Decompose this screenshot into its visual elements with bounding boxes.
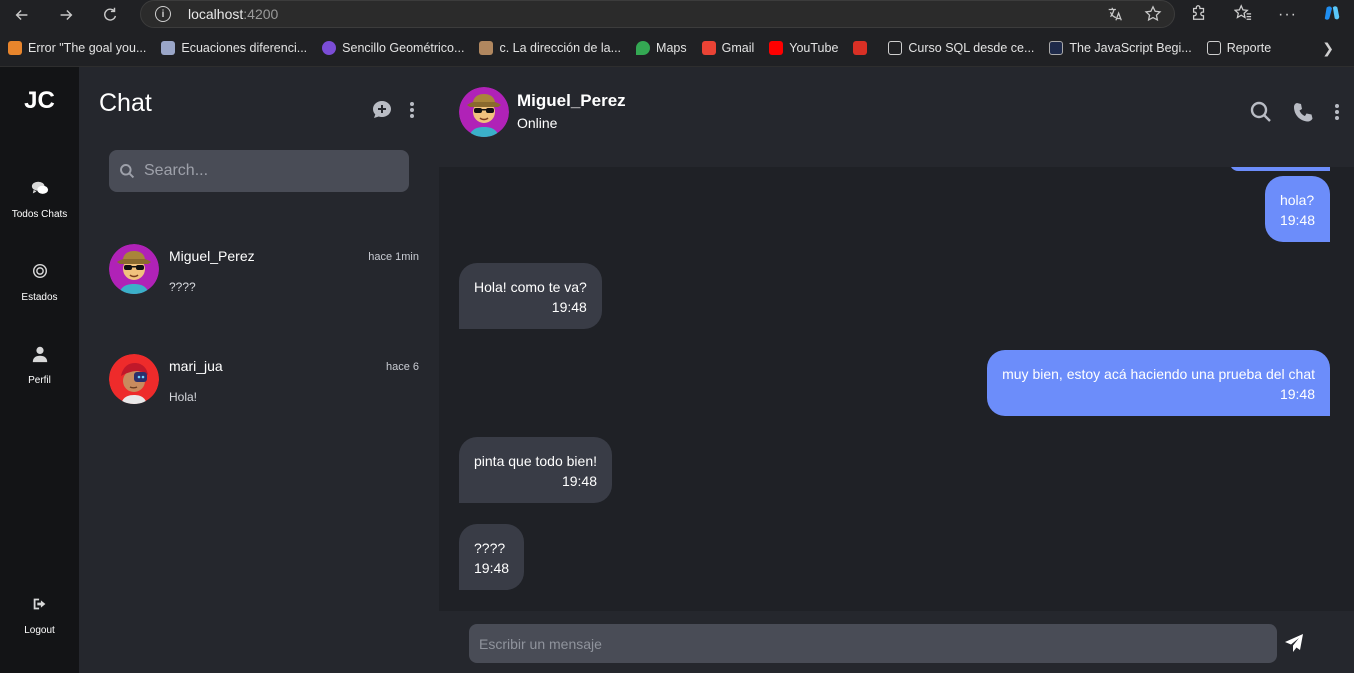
user-icon xyxy=(32,346,47,363)
chats-panel: Chat Search... Miguel_Perez hace 1min ??… xyxy=(79,67,439,673)
bookmark-reporte[interactable]: Reporte xyxy=(1206,41,1271,55)
bookmark-js[interactable]: The JavaScript Begi... xyxy=(1049,41,1192,55)
message-time: 19:48 xyxy=(1279,386,1315,402)
bookmark-pdf[interactable] xyxy=(853,41,873,55)
rail-item-todos-chats[interactable]: Todos Chats xyxy=(0,179,79,220)
bookmark-gmail[interactable]: Gmail xyxy=(701,41,754,55)
status-icon xyxy=(32,263,47,279)
message-text: ???? xyxy=(474,540,506,556)
rail-item-estados[interactable]: Estados xyxy=(0,262,79,303)
address-bar[interactable]: i localhost:4200 xyxy=(140,0,1175,28)
chat-timestamp: hace 6 xyxy=(385,361,419,373)
more-menu-icon[interactable]: ··· xyxy=(1278,6,1297,24)
phone-icon[interactable] xyxy=(1292,101,1314,123)
portrait-icon xyxy=(479,41,494,55)
page-icon xyxy=(888,41,903,55)
copilot-icon[interactable] xyxy=(1323,4,1341,27)
bookmark-0[interactable]: Error "The goal you... xyxy=(8,41,146,55)
chat-last-message: ???? xyxy=(169,280,196,294)
chats-title: Chat xyxy=(99,89,152,117)
message-bubble-outgoing: hola? 19:48 xyxy=(1264,176,1330,242)
chat-timestamp: hace 1min xyxy=(368,251,419,263)
search-box xyxy=(109,150,409,192)
new-chat-icon[interactable] xyxy=(371,99,393,121)
logout-icon xyxy=(33,598,45,610)
code-icon xyxy=(1049,41,1064,55)
app-logo: JC xyxy=(24,87,55,114)
maps-pin-icon xyxy=(636,41,651,55)
message-list: hola? 19:48 Hola! como te va? 19:48 muy … xyxy=(439,167,1354,611)
bookmarks-bar: Error "The goal you... Ecuaciones difere… xyxy=(0,30,1354,67)
chat-app: JC Todos Chats Estados Perfil Logout Cha… xyxy=(0,67,1354,673)
address-text[interactable]: localhost:4200 xyxy=(188,6,278,22)
nav-rail: JC Todos Chats Estados Perfil Logout xyxy=(0,67,79,673)
reload-icon[interactable] xyxy=(88,0,132,30)
site-info-icon[interactable]: i xyxy=(155,6,171,22)
kebab-menu-icon[interactable] xyxy=(1334,101,1340,123)
bookmark-maps[interactable]: Maps xyxy=(636,41,687,55)
chat-contact-name: Miguel_Perez xyxy=(169,248,255,264)
chat-contact-name: mari_jua xyxy=(169,358,223,374)
pdf-icon xyxy=(853,41,868,55)
message-bubble-partial xyxy=(1230,167,1330,171)
bookmark-sql[interactable]: Curso SQL desde ce... xyxy=(888,41,1034,55)
translate-icon[interactable] xyxy=(1106,5,1124,26)
message-bubble-incoming: ???? 19:48 xyxy=(459,524,525,590)
message-time: 19:48 xyxy=(474,560,510,576)
youtube-icon xyxy=(769,41,784,55)
logout-label: Logout xyxy=(24,625,55,636)
chat-list-item-mari[interactable]: mari_jua hace 6 Hola! xyxy=(109,354,419,414)
chevron-right-icon[interactable]: ❯ xyxy=(1322,40,1334,57)
bookmark-1[interactable]: Ecuaciones diferenci... xyxy=(161,41,307,55)
triangle-icon xyxy=(161,41,176,55)
rail-item-perfil[interactable]: Perfil xyxy=(0,345,79,386)
favorites-icon[interactable] xyxy=(1233,3,1252,27)
bookmark-youtube[interactable]: YouTube xyxy=(769,41,838,55)
browser-toolbar: i localhost:4200 ··· xyxy=(0,0,1354,30)
message-time: 19:48 xyxy=(561,473,597,489)
avatar xyxy=(109,354,159,404)
favorite-star-icon[interactable] xyxy=(1144,5,1162,26)
chat-list-item-miguel[interactable]: Miguel_Perez hace 1min ???? xyxy=(109,244,419,304)
message-composer xyxy=(439,611,1354,673)
rail-item-label: Estados xyxy=(21,292,58,303)
chat-last-message: Hola! xyxy=(169,390,198,404)
bookmark-2[interactable]: Sencillo Geométrico... xyxy=(322,41,464,55)
stackoverflow-icon xyxy=(8,41,22,55)
message-time: 19:48 xyxy=(1279,212,1315,228)
page-icon xyxy=(1206,41,1221,55)
rail-item-label: Perfil xyxy=(28,375,51,386)
chat-bubbles-icon xyxy=(31,181,48,194)
conversation-contact-name: Miguel_Perez xyxy=(517,91,626,110)
message-text: pinta que todo bien! xyxy=(474,453,597,469)
search-input[interactable] xyxy=(144,162,384,180)
message-time: 19:48 xyxy=(551,299,587,315)
bookmark-3[interactable]: c. La dirección de la... xyxy=(479,41,621,55)
message-input[interactable] xyxy=(469,624,1277,663)
avatar[interactable] xyxy=(459,87,509,137)
message-bubble-incoming: Hola! como te va? 19:48 xyxy=(459,263,602,329)
message-bubble-outgoing: muy bien, estoy acá haciendo una prueba … xyxy=(987,350,1330,416)
message-text: hola? xyxy=(1279,192,1315,208)
conversation-status: Online xyxy=(517,115,558,131)
logout-button[interactable]: Logout xyxy=(0,595,79,636)
message-bubble-incoming: pinta que todo bien! 19:48 xyxy=(459,437,612,503)
search-icon xyxy=(120,164,135,179)
avatar xyxy=(109,244,159,294)
message-text: muy bien, estoy acá haciendo una prueba … xyxy=(1002,366,1315,382)
kebab-menu-icon[interactable] xyxy=(409,99,415,121)
message-text: Hola! como te va? xyxy=(474,279,587,295)
search-icon[interactable] xyxy=(1250,101,1272,123)
gmail-icon xyxy=(701,41,716,55)
back-icon[interactable] xyxy=(0,0,44,30)
forward-icon[interactable] xyxy=(44,0,88,30)
rail-item-label: Todos Chats xyxy=(11,209,68,220)
conversation-header: Miguel_Perez Online xyxy=(439,67,1354,167)
extensions-icon[interactable] xyxy=(1190,4,1208,27)
send-icon[interactable] xyxy=(1284,633,1304,653)
conversation-panel: Miguel_Perez Online hola? 19:48 Hola! co… xyxy=(439,67,1354,673)
canva-icon xyxy=(322,41,337,55)
